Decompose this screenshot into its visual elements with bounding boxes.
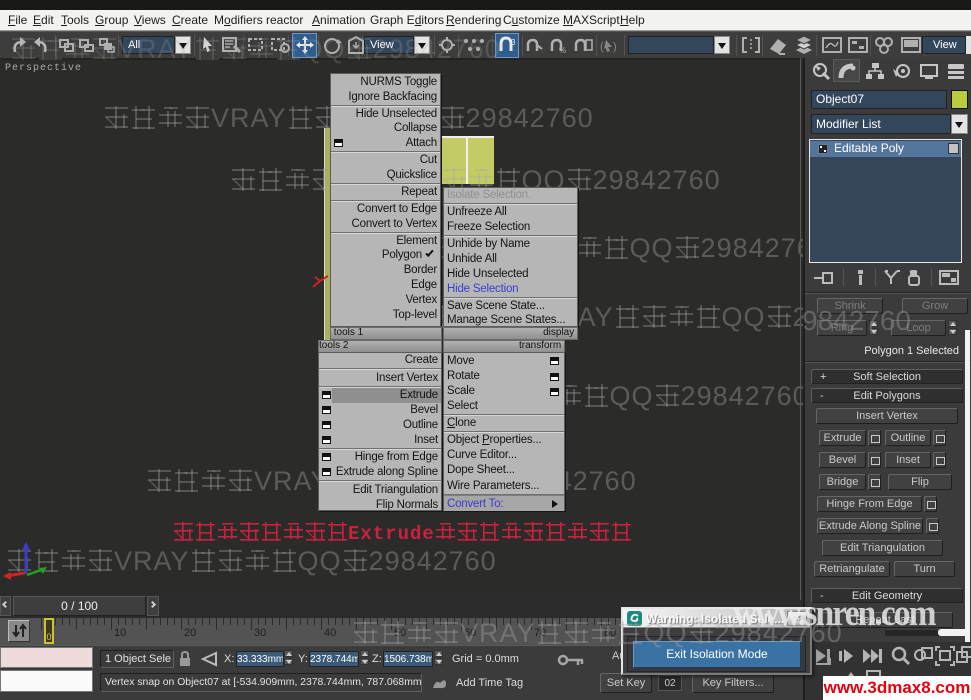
svg-text:): ): [613, 41, 617, 53]
svg-text:3: 3: [511, 38, 516, 47]
svg-text:(: (: [600, 41, 604, 53]
svg-text:%: %: [559, 46, 566, 55]
